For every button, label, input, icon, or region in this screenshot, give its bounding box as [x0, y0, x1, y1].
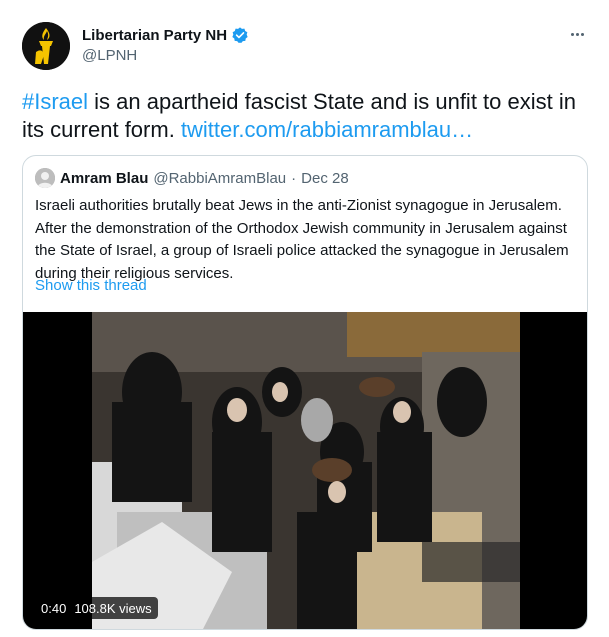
video-still-image: [92, 312, 520, 629]
quoted-tweet-text: Israeli authorities brutally beat Jews i…: [35, 197, 569, 282]
quoted-date: Dec 28: [301, 169, 349, 187]
tweet-card[interactable]: Libertarian Party NH @LPNH #Israel is an…: [0, 0, 609, 637]
hashtag-link[interactable]: #Israel: [22, 89, 88, 114]
tweet-text: #Israel is an apartheid fascist State an…: [22, 88, 592, 144]
quoted-author-avatar: [35, 168, 55, 188]
quoted-author-handle: @RabbiAmramBlau: [153, 169, 287, 187]
torch-logo-icon: [22, 22, 70, 70]
video-player[interactable]: 0:40 108.8K views: [23, 312, 587, 629]
person-avatar-icon: [35, 168, 55, 188]
quoted-separator: ·: [291, 169, 297, 187]
video-views: 108.8K views: [74, 600, 152, 616]
show-thread-link[interactable]: Show this thread: [35, 277, 147, 294]
quoted-tweet[interactable]: Amram Blau @RabbiAmramBlau · Dec 28 Isra…: [22, 155, 588, 630]
verified-badge-icon: [232, 27, 248, 44]
author-avatar[interactable]: [22, 22, 70, 70]
video-thumbnail[interactable]: [92, 312, 520, 629]
video-duration: 0:40: [41, 600, 67, 616]
author-name[interactable]: Libertarian Party NH: [82, 27, 227, 44]
author-handle[interactable]: @LPNH: [82, 47, 137, 64]
quoted-author-name: Amram Blau: [60, 169, 149, 187]
video-info-badge: 0:40 108.8K views: [35, 597, 158, 619]
more-options-icon[interactable]: [565, 24, 589, 44]
tweet-url-link[interactable]: twitter.com/rabbiamramblau…: [181, 117, 473, 142]
